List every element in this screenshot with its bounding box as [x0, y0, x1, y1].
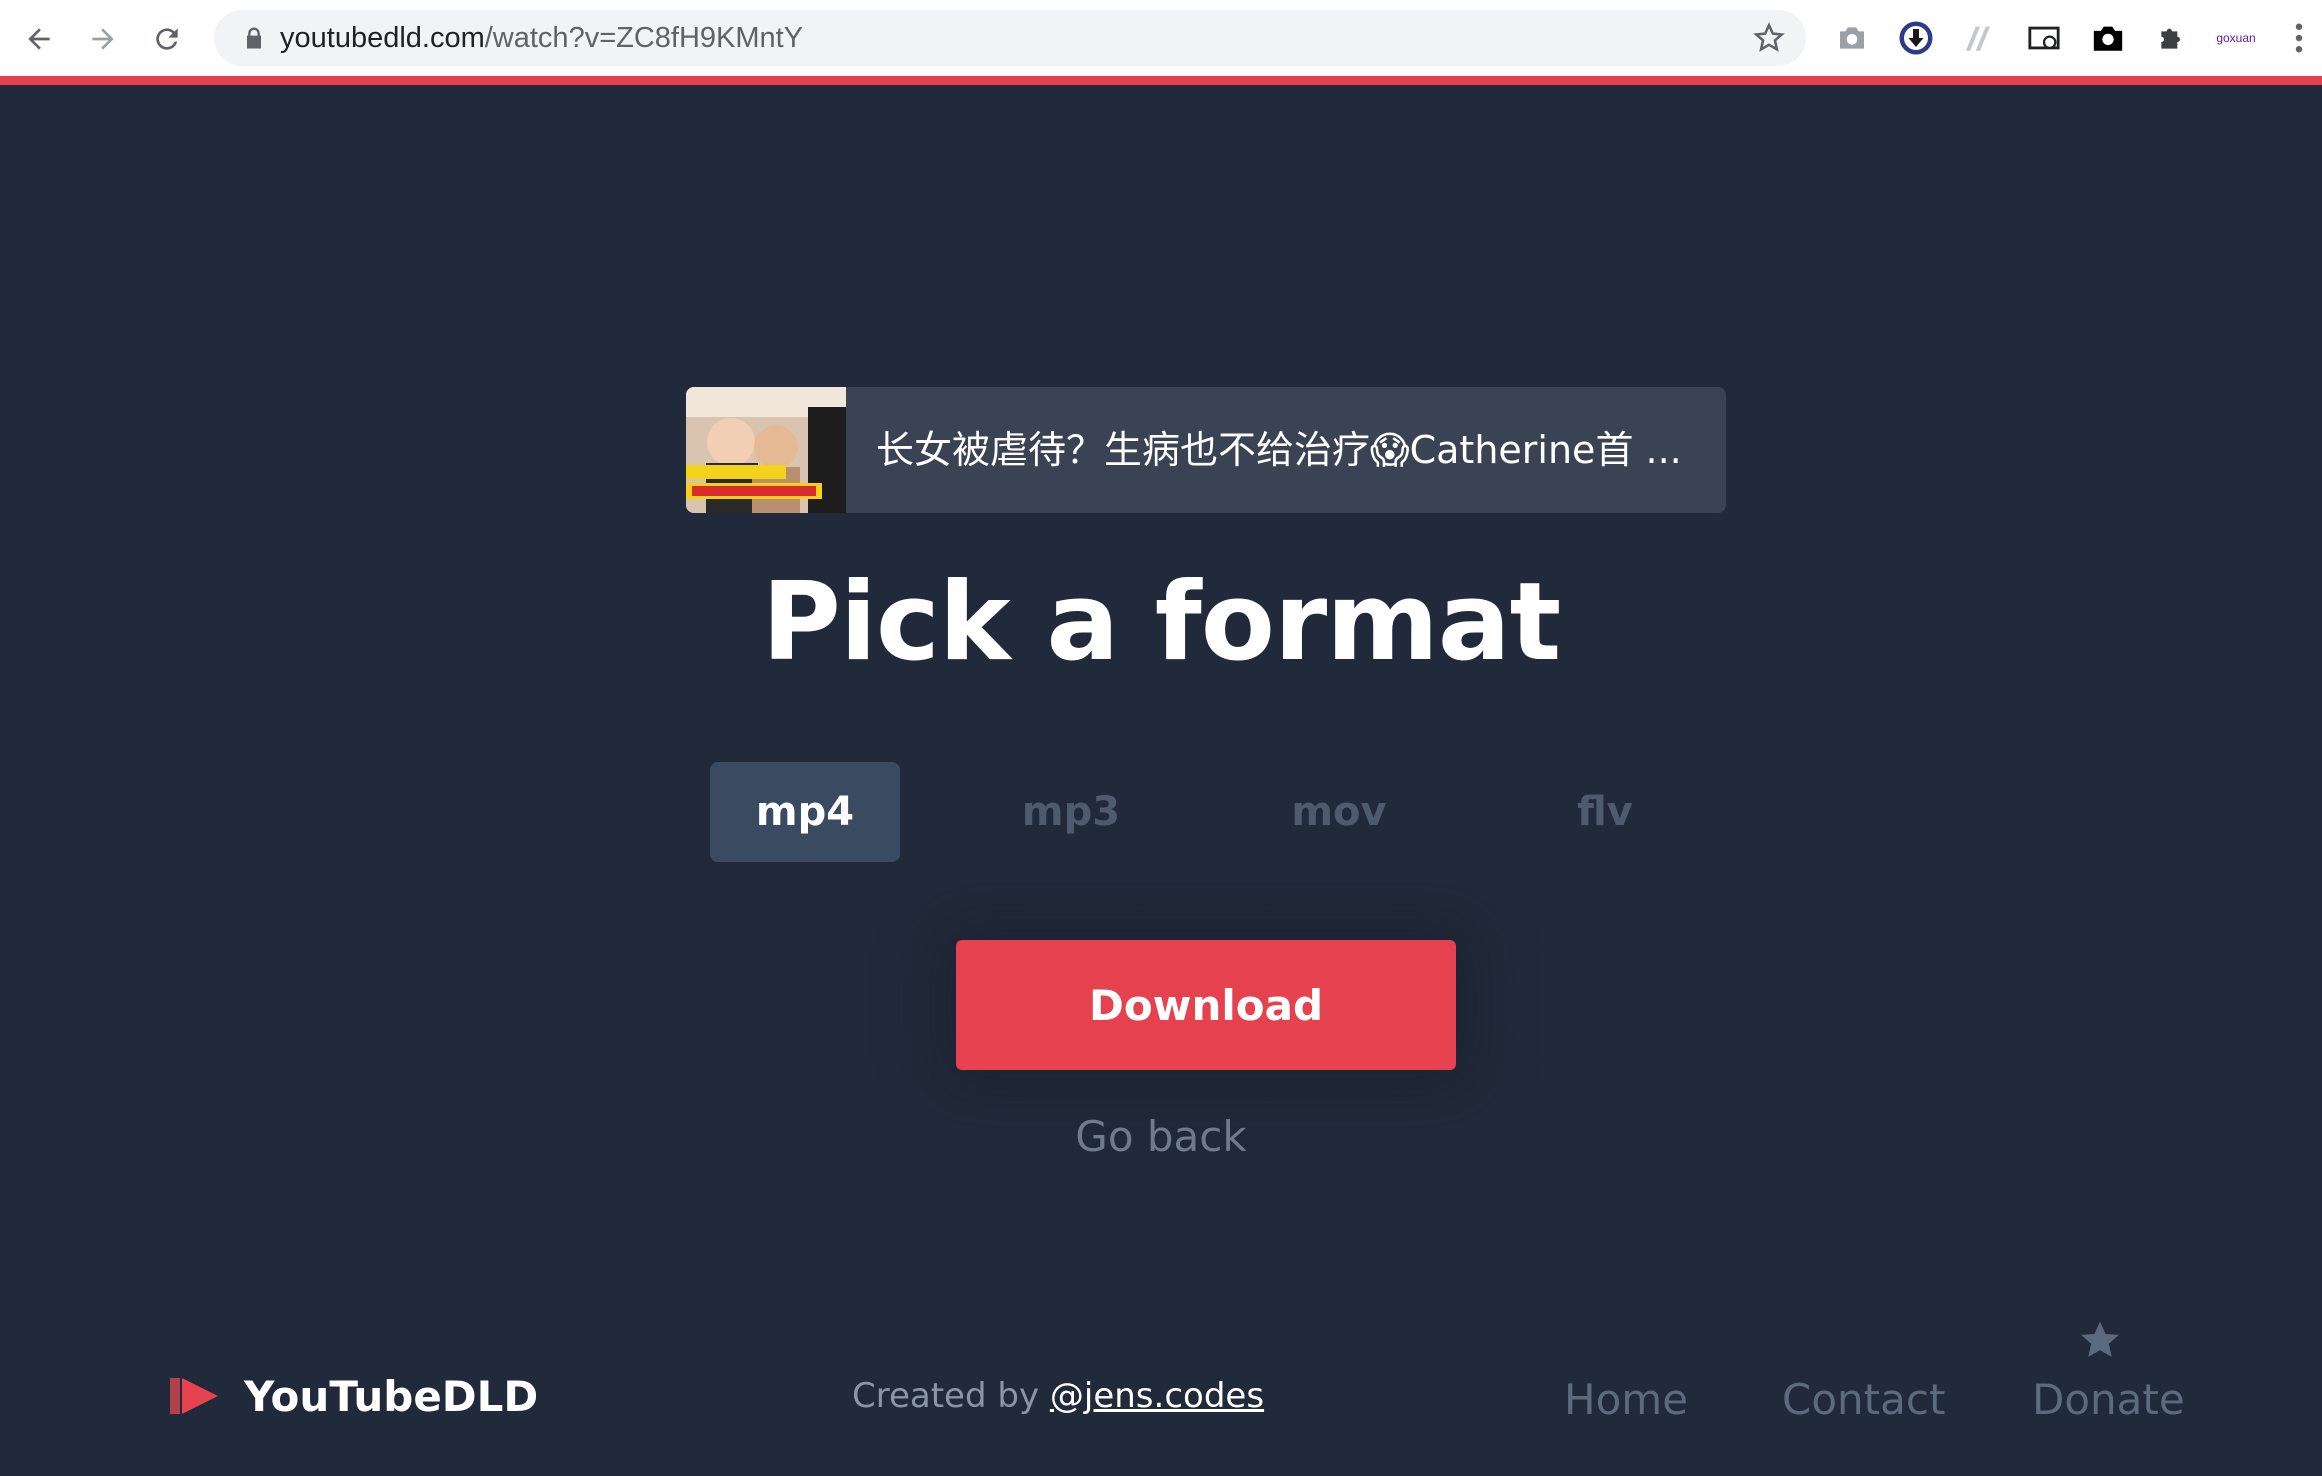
address-bar[interactable]: youtubedld.com/watch?v=ZC8fH9KMntY: [214, 10, 1806, 66]
credit-prefix: Created by: [852, 1376, 1040, 1416]
forward-arrow-icon[interactable]: [78, 14, 128, 64]
play-logo-icon: [170, 1378, 218, 1414]
donate-star-icon[interactable]: [2078, 1318, 2122, 1362]
nav-home[interactable]: Home: [1564, 1372, 1688, 1428]
go-back-link[interactable]: Go back: [0, 1112, 2322, 1161]
author-link[interactable]: @jens.codes: [1050, 1376, 1264, 1416]
accent-bar: [0, 76, 2322, 85]
bookmark-star-icon[interactable]: [1752, 21, 1786, 55]
credit-line: Created by @jens.codes: [852, 1370, 1264, 1422]
format-tab-flv[interactable]: flv: [1510, 762, 1700, 862]
lock-icon: [247, 27, 261, 49]
camera-outline-icon[interactable]: [1832, 18, 1872, 58]
url-text: youtubedld.com/watch?v=ZC8fH9KMntY: [280, 22, 804, 54]
video-title: 长女被虐待？生病也不给治疗😱Catherine首 ...: [876, 428, 1682, 472]
extensions-puzzle-icon[interactable]: [2152, 18, 2192, 58]
format-tab-mp4[interactable]: mp4: [710, 762, 900, 862]
download-helper-icon[interactable]: [1896, 18, 1936, 58]
reload-icon[interactable]: [142, 14, 192, 64]
browser-toolbar: youtubedld.com/watch?v=ZC8fH9KMntY goxua…: [0, 0, 2322, 76]
back-arrow-icon[interactable]: [14, 14, 64, 64]
mountain-icon[interactable]: [1960, 18, 2000, 58]
format-tab-mov[interactable]: mov: [1244, 762, 1434, 862]
format-tab-mp3[interactable]: mp3: [976, 762, 1166, 862]
video-card: 长女被虐待？生病也不给治疗😱Catherine首 ...: [686, 387, 1726, 513]
video-thumbnail: [686, 387, 846, 513]
page-title: Pick a format: [761, 560, 1562, 685]
brand[interactable]: YouTubeDLD: [168, 1370, 538, 1422]
nav-donate[interactable]: Donate: [2032, 1372, 2185, 1428]
kebab-menu-icon[interactable]: [2284, 18, 2314, 58]
format-tabs: mp4 mp3 mov flv: [0, 762, 2322, 862]
picture-in-picture-icon[interactable]: [2024, 18, 2064, 58]
download-button[interactable]: Download: [956, 940, 1456, 1070]
nav-contact[interactable]: Contact: [1782, 1372, 1945, 1428]
brand-name: YouTubeDLD: [244, 1371, 539, 1421]
camera-icon[interactable]: [2088, 18, 2128, 58]
goxuan-extension-icon[interactable]: goxuan: [2214, 18, 2258, 58]
